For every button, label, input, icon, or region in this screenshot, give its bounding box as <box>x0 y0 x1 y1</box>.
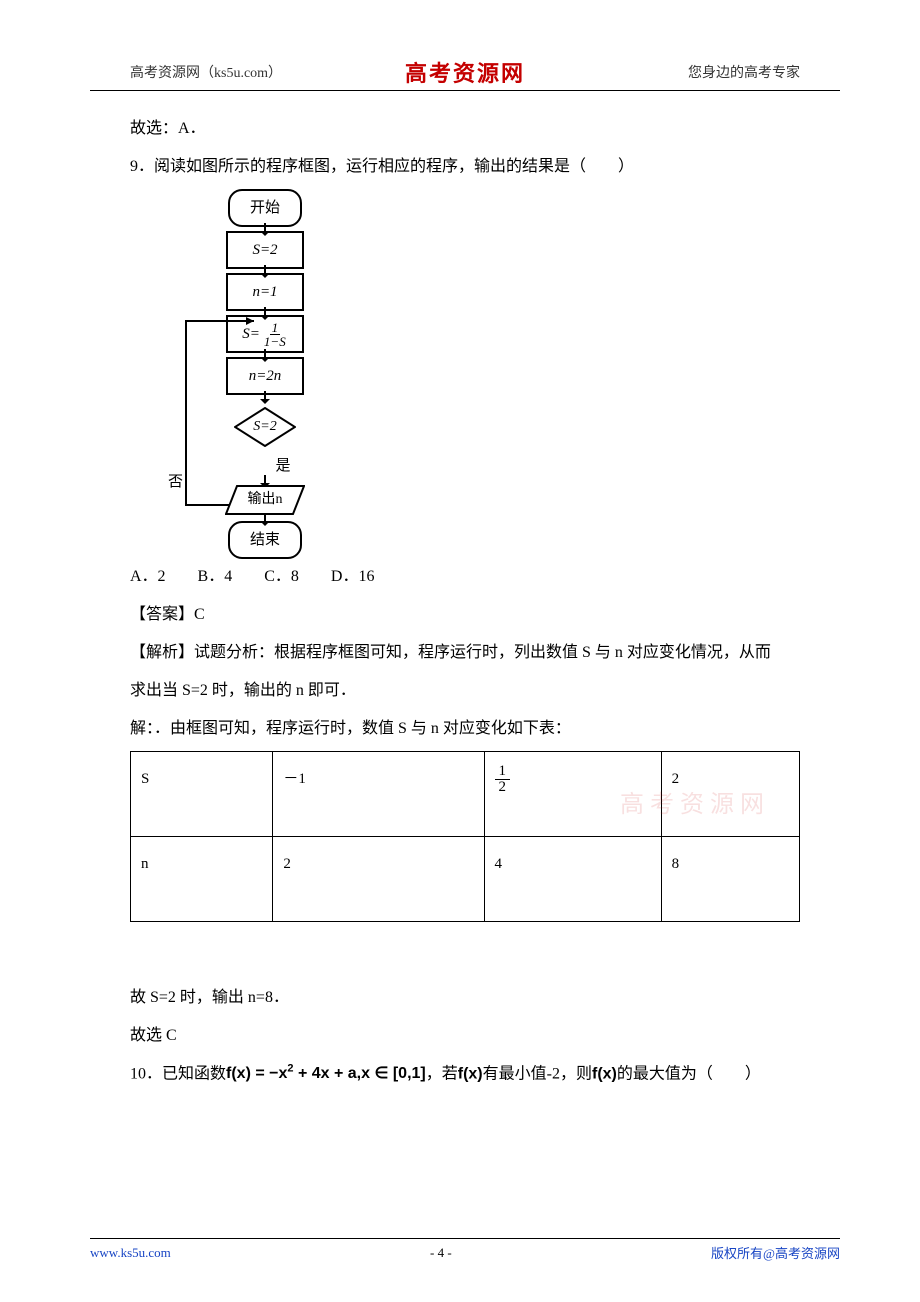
cell-s-2-num: 1 <box>495 764 511 780</box>
footer-center: - 4 - <box>430 1245 452 1261</box>
cell-s-1: －1 <box>273 752 484 837</box>
footer-left: www.ks5u.com <box>90 1245 171 1261</box>
cell-n-1: 2 <box>273 837 484 922</box>
cell-n-2: 4 <box>484 837 661 922</box>
q9-analysis-2: 求出当 S=2 时，输出的 n 即可． <box>130 675 800 707</box>
document-body: 故选：A． 9．阅读如图所示的程序框图，运行相应的程序，输出的结果是（ ） 开始… <box>90 113 840 1090</box>
header-left: 高考资源网（ks5u.com） <box>130 62 282 82</box>
table-row: n 2 4 8 <box>131 837 800 922</box>
flow-start: 开始 <box>228 189 302 227</box>
q9-value-table: S －1 1 2 2 n 2 4 8 <box>130 751 800 922</box>
flow-output: 输出n <box>225 485 305 515</box>
q10-tail: 的最大值为（ ） <box>617 1065 761 1082</box>
q10-mid: ，若 <box>426 1065 458 1082</box>
flow-no-label: 否 <box>168 467 183 497</box>
cell-n-3: 8 <box>661 837 799 922</box>
cell-n-header: n <box>131 837 273 922</box>
flow-decision-label: S=2 <box>253 413 276 441</box>
q9-post-1: 故 S=2 时，输出 n=8． <box>130 982 800 1014</box>
q9-solution-lead: 解：．由框图可知，程序运行时，数值 S 与 n 对应变化如下表： <box>130 713 800 745</box>
flow-yes-label: 是 <box>275 451 290 481</box>
q9-stem: 9．阅读如图所示的程序框图，运行相应的程序，输出的结果是（ ） <box>130 151 800 183</box>
flow-decision: S=2 <box>234 407 296 447</box>
q10-func: f(x) = −x2 + 4x + a,x ∈ [0,1] <box>226 1065 426 1082</box>
q10-fx2: f(x) <box>592 1065 617 1082</box>
q9-options: A．2 B．4 C．8 D．16 <box>130 561 800 593</box>
q10-cond: 有最小值-2，则 <box>483 1065 592 1082</box>
flow-update-s-den: 1−S <box>262 335 288 348</box>
header-center: 高考资源网 <box>405 56 525 88</box>
q10-fx: f(x) <box>458 1065 483 1082</box>
flow-output-label: 输出n <box>248 486 283 514</box>
header-right: 您身边的高考专家 <box>688 62 800 82</box>
table-row: S －1 1 2 2 <box>131 752 800 837</box>
cell-s-2-den: 2 <box>495 780 511 795</box>
footer-right: 版权所有@高考资源网 <box>711 1243 840 1262</box>
page-footer: www.ks5u.com - 4 - 版权所有@高考资源网 <box>90 1238 840 1262</box>
q10-stem: 10．已知函数f(x) = −x2 + 4x + a,x ∈ [0,1]，若f(… <box>130 1058 800 1090</box>
flow-update-s-num: 1 <box>270 321 281 335</box>
q9-flowchart: 开始 S=2 n=1 S= 1 1−S <box>180 189 350 559</box>
cell-s-3: 2 <box>661 752 799 837</box>
q10-prefix: 10．已知函数 <box>130 1065 226 1082</box>
q9-analysis-1: 【解析】试题分析：根据程序框图可知，程序运行时，列出数值 S 与 n 对应变化情… <box>130 637 800 669</box>
flow-loop: S= 1 1−S n=2n 否 S=2 <box>226 311 304 451</box>
q9-post-2: 故选 C <box>130 1020 800 1052</box>
page-header: 高考资源网（ks5u.com） 高考资源网 您身边的高考专家 <box>90 60 840 91</box>
cell-s-2: 1 2 <box>484 752 661 837</box>
cell-s-header: S <box>131 752 273 837</box>
flow-update-s-lhs: S= <box>242 319 260 349</box>
prev-answer-conclusion: 故选：A． <box>130 113 800 145</box>
q9-answer: 【答案】C <box>130 599 800 631</box>
